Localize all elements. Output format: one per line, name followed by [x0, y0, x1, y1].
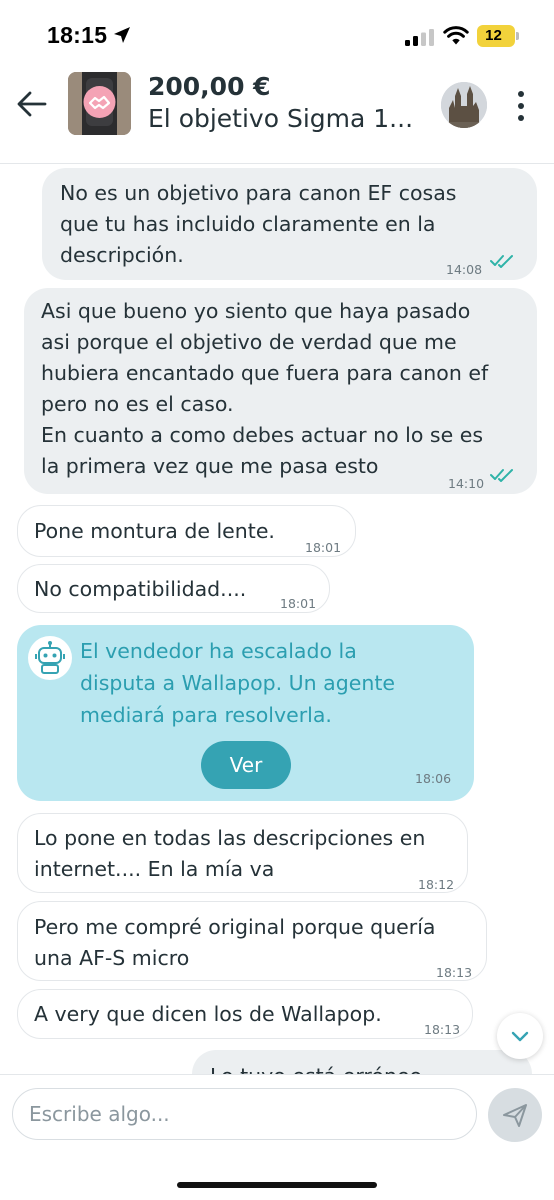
- read-receipt-icon: [490, 469, 513, 482]
- message-bubble-outgoing: Asi que bueno yo siento que haya pasado …: [24, 288, 537, 494]
- message-text: Pero me compré original porque quería un…: [34, 915, 436, 970]
- message-time: 18:13: [424, 1022, 461, 1037]
- battery-level: 12: [485, 27, 502, 44]
- message-time: 18:13: [436, 965, 473, 980]
- message-text: A very que dicen los de Wallapop.: [34, 1002, 382, 1026]
- message-time: 14:10: [448, 476, 485, 491]
- product-thumbnail[interactable]: [68, 72, 131, 135]
- avatar[interactable]: [441, 82, 487, 128]
- message-text: Lo pone en todas las descripciones en in…: [34, 826, 426, 881]
- status-bar: 18:15 12: [0, 0, 554, 68]
- message-time: 18:01: [305, 540, 342, 555]
- product-photo: [68, 72, 131, 135]
- message-bubble-incoming: Pero me compré original porque quería un…: [17, 901, 487, 981]
- message-time: 18:01: [280, 596, 317, 611]
- home-indicator: [177, 1182, 377, 1188]
- message-text: Pone montura de lente.: [34, 519, 275, 543]
- message-time: 14:08: [446, 262, 483, 277]
- send-button[interactable]: [488, 1088, 542, 1142]
- status-time: 18:15: [47, 22, 108, 48]
- message-text: No es un objetivo para canon EF cosas qu…: [60, 181, 457, 267]
- item-price: 200,00 €: [148, 72, 271, 101]
- view-dispute-button[interactable]: Ver: [201, 741, 291, 789]
- back-arrow-icon[interactable]: [14, 86, 50, 122]
- robot-icon: [28, 636, 72, 680]
- scroll-to-bottom-button[interactable]: [497, 1013, 543, 1059]
- item-title[interactable]: El objetivo Sigma 1...: [148, 104, 413, 133]
- avatar-photo: [441, 82, 487, 128]
- chevron-down-icon: [511, 1031, 529, 1042]
- message-bubble-incoming: A very que dicen los de Wallapop. 18:13: [17, 989, 473, 1039]
- cellular-signal-icon: [405, 29, 434, 46]
- dispute-text: El vendedor ha escalado la disputa a Wal…: [80, 639, 396, 727]
- more-vertical-icon[interactable]: [506, 86, 536, 126]
- message-bubble-incoming: Lo pone en todas las descripciones en in…: [17, 813, 468, 893]
- message-time: 18:12: [418, 877, 455, 892]
- battery-icon: 12: [477, 25, 519, 47]
- message-bubble-incoming: No compatibilidad.... 18:01: [17, 564, 330, 613]
- message-time: 18:06: [415, 771, 452, 786]
- chat-header: 200,00 € El objetivo Sigma 1...: [0, 68, 554, 164]
- read-receipt-icon: [490, 255, 513, 268]
- message-bubble-outgoing: No es un objetivo para canon EF cosas qu…: [42, 168, 537, 280]
- message-text: No compatibilidad....: [34, 577, 247, 601]
- location-arrow-icon: [114, 27, 130, 43]
- dispute-notice: El vendedor ha escalado la disputa a Wal…: [17, 625, 474, 801]
- message-bubble-incoming: Pone montura de lente. 18:01: [17, 505, 356, 557]
- send-icon: [503, 1104, 527, 1127]
- wifi-icon: [443, 26, 469, 45]
- message-input[interactable]: [12, 1088, 477, 1140]
- message-text: Asi que bueno yo siento que haya pasado …: [41, 299, 489, 478]
